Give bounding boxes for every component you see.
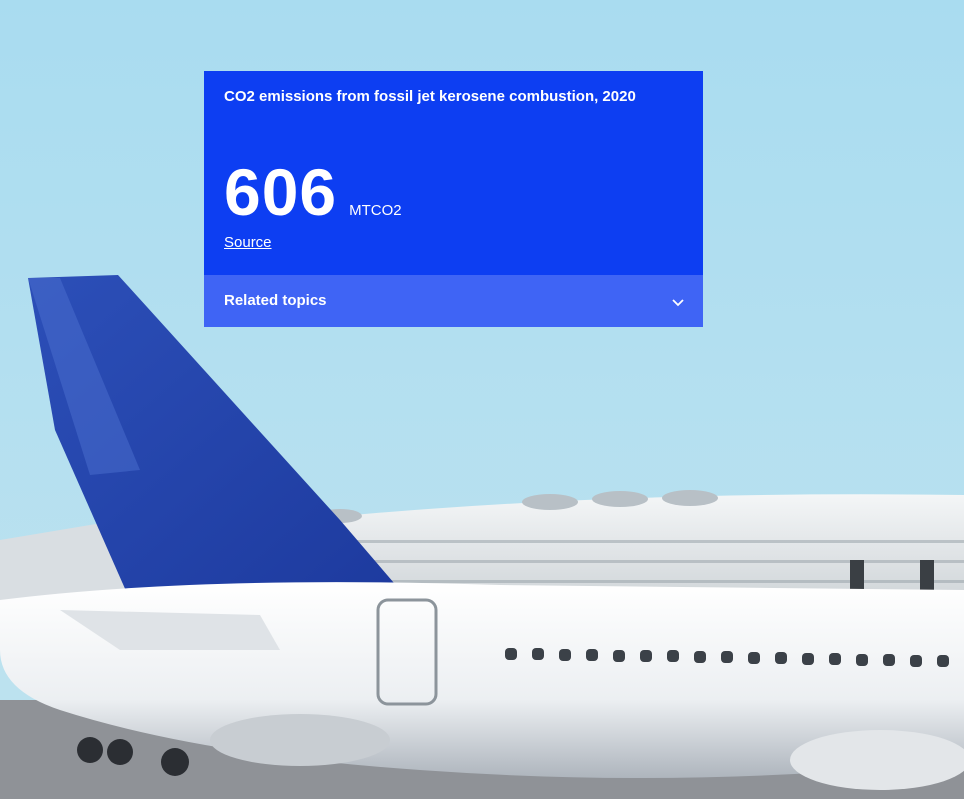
stat-card: CO2 emissions from fossil jet kerosene c… (204, 71, 703, 327)
related-topics-toggle[interactable]: Related topics (204, 275, 703, 327)
stat-card-header: CO2 emissions from fossil jet kerosene c… (224, 87, 644, 107)
chevron-down-icon (672, 299, 684, 307)
stat-unit: MTCO2 (349, 202, 402, 219)
stat-title: CO2 emissions from fossil jet kerosene c… (224, 88, 636, 105)
source-link[interactable]: Source (224, 234, 272, 251)
related-topics-label: Related topics (224, 292, 327, 309)
stat-value: 606 (224, 155, 338, 229)
stat-row: 606 MTCO2 (224, 157, 402, 227)
